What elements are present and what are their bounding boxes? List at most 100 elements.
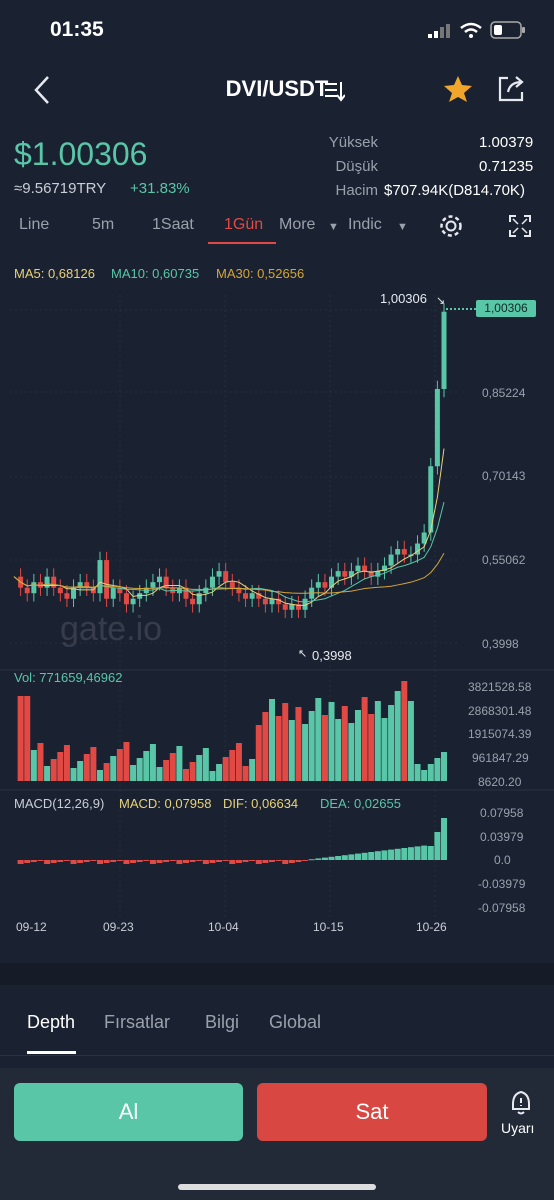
volume-bar: [216, 764, 223, 781]
volume-bar: [17, 696, 24, 781]
last-price-tag: 1,00306: [476, 300, 536, 317]
macd-axis-3: 0.0: [494, 853, 511, 867]
volume-bar: [83, 754, 90, 781]
macd-bar: [255, 860, 262, 864]
tab-more[interactable]: More: [279, 216, 315, 234]
macd-bar: [328, 856, 335, 860]
volume-bar: [355, 710, 361, 781]
fullscreen-icon[interactable]: [508, 214, 532, 243]
favorite-star-icon[interactable]: [443, 74, 473, 109]
candle-body: [64, 593, 70, 599]
macd-bar: [103, 860, 110, 863]
volume-bar: [77, 761, 84, 781]
tab-5m[interactable]: 5m: [92, 216, 114, 234]
volume-bar: [97, 770, 103, 781]
macd-bar: [44, 860, 51, 864]
volume-bar: [222, 757, 229, 781]
last-price-line: [446, 308, 476, 310]
tab-indic[interactable]: Indic: [348, 216, 382, 234]
macd-axis-2: 0.03979: [480, 830, 524, 844]
macd-bar: [275, 860, 282, 861]
buy-button[interactable]: Al: [14, 1083, 243, 1141]
macd-bar: [97, 860, 103, 864]
battery-icon: [490, 21, 526, 44]
macd-bar: [368, 852, 375, 860]
vol-axis-1: 3821528.58: [468, 680, 532, 694]
candle-body: [190, 598, 196, 605]
ma5-label: MA5: 0,68126: [14, 266, 95, 281]
tab-global[interactable]: Global: [269, 1012, 321, 1033]
candle-body: [262, 598, 268, 605]
kline-chart[interactable]: gate.io: [0, 285, 554, 945]
alert-label[interactable]: Uyarı: [501, 1120, 534, 1136]
sell-button[interactable]: Sat: [257, 1083, 487, 1141]
volume-bar: [202, 748, 209, 781]
macd-bar: [50, 860, 57, 863]
volume-bar: [269, 699, 275, 781]
tab-line[interactable]: Line: [19, 216, 49, 234]
volume-bar: [381, 718, 388, 781]
settings-gear-icon[interactable]: [438, 213, 464, 244]
last-price: $1.00306: [14, 136, 148, 172]
volume-bar: [282, 703, 289, 781]
tab-depth[interactable]: Depth: [27, 1012, 75, 1033]
macd-bar: [169, 860, 176, 861]
tab-1gun[interactable]: 1Gün: [224, 216, 263, 234]
svg-text:gate.io: gate.io: [60, 610, 162, 648]
macd-bar: [209, 860, 216, 863]
tab-bilgi[interactable]: Bilgi: [205, 1012, 239, 1033]
volume-bar: [90, 747, 97, 781]
back-icon[interactable]: [32, 74, 52, 111]
volume-bar: [255, 725, 262, 781]
macd-bar: [83, 860, 90, 862]
volume-bar: [116, 749, 123, 781]
macd-bar: [269, 860, 275, 862]
macd-bar: [229, 860, 236, 864]
macd-value: MACD: 0,07958: [119, 796, 212, 811]
candle-body: [441, 311, 447, 389]
candle-body: [243, 593, 249, 599]
volume-bar: [123, 742, 130, 781]
price-axis-1: 0,85224: [482, 386, 526, 400]
volume-bar: [50, 759, 57, 781]
high-label: Yüksek: [328, 134, 378, 151]
nav-bar: DVI/USDT: [0, 60, 554, 120]
volume-bar: [295, 707, 302, 781]
candle-body: [157, 576, 163, 583]
candle-body: [104, 560, 110, 599]
dif-value: DIF: 0,06634: [223, 796, 299, 811]
volume-bar: [335, 719, 342, 781]
tab-firsatlar[interactable]: Fırsatlar: [104, 1012, 170, 1033]
alert-bell-icon[interactable]: [509, 1090, 533, 1121]
volume-bar: [308, 711, 315, 781]
macd-bar: [348, 854, 355, 860]
volume-bar: [328, 702, 335, 781]
tab-1saat[interactable]: 1Saat: [152, 216, 194, 234]
volume-bar: [368, 714, 375, 781]
date-2: 09-23: [103, 920, 134, 934]
macd-bar: [388, 849, 395, 860]
macd-bar: [355, 853, 361, 860]
volume-bar: [37, 743, 44, 781]
ma30-label: MA30: 0,52656: [216, 266, 305, 281]
volume-bar: [321, 715, 328, 781]
date-5: 10-26: [416, 920, 447, 934]
macd-bar: [381, 850, 388, 860]
macd-bar: [401, 848, 408, 860]
macd-bar: [163, 860, 170, 862]
share-icon[interactable]: [496, 74, 526, 109]
volume-bar: [441, 752, 447, 781]
volume-bar: [156, 767, 163, 781]
volume-bar: [341, 706, 348, 781]
volume-bar: [70, 768, 77, 781]
more-dropdown-icon[interactable]: ▼: [328, 221, 339, 233]
low-label: Düşük: [335, 158, 378, 175]
pair-switch-icon[interactable]: [323, 80, 346, 107]
volume-bar: [44, 766, 51, 781]
volume-bar: [434, 758, 441, 781]
macd-bar: [183, 860, 189, 863]
candle-body: [229, 582, 235, 588]
volume-indicator-label: Vol: 771659,46962: [14, 670, 123, 685]
candle-body: [401, 549, 407, 555]
indic-dropdown-icon[interactable]: ▼: [397, 221, 408, 233]
